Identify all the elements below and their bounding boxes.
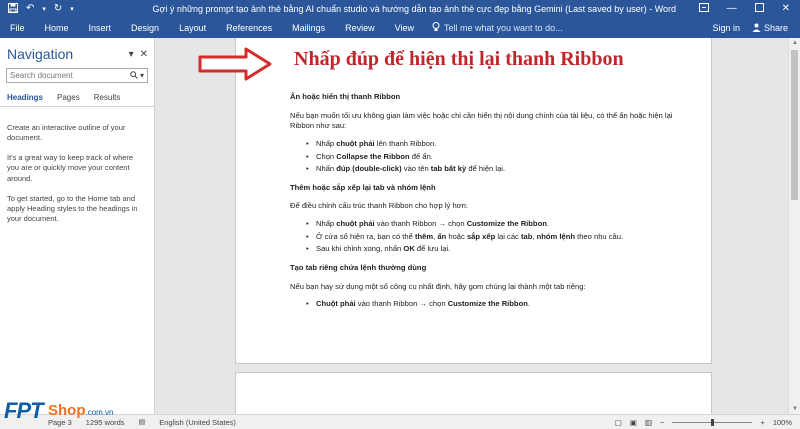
navigation-help-1: Create an interactive outline of your do…: [7, 123, 126, 143]
navigation-title: Navigation: [7, 46, 74, 62]
tab-results[interactable]: Results: [94, 93, 121, 102]
tell-me-box[interactable]: Tell me what you want to do...: [432, 22, 563, 34]
proofing-icon[interactable]: ▤: [139, 418, 146, 427]
tab-headings[interactable]: Headings: [7, 93, 43, 102]
headline-annotation: Nhấp đúp để hiện thị lại thanh Ribbon: [294, 48, 624, 70]
list-item: Chuột phải vào thanh Ribbon → chọn Custo…: [306, 299, 680, 310]
section-intro-rearrange: Để điều chỉnh cấu trúc thanh Ribbon cho …: [290, 201, 468, 211]
sign-in-link[interactable]: Sign in: [712, 23, 740, 33]
tab-file[interactable]: File: [0, 23, 35, 33]
zoom-slider[interactable]: [672, 418, 753, 426]
list-item: Nhấn đúp (double-click) vào tên tab bất …: [306, 164, 680, 175]
tab-design[interactable]: Design: [121, 23, 169, 33]
share-button[interactable]: Share: [752, 23, 788, 34]
bullet-list-hide-show: Nhấp chuột phải lên thanh Ribbon. Chọn C…: [290, 139, 680, 175]
document-title: Gợi ý những prompt tạo ảnh thẻ bằng AI c…: [152, 4, 677, 14]
section-intro-hide-show: Nếu bạn muốn tối ưu không gian làm việc …: [290, 110, 673, 131]
minimize-icon[interactable]: —: [727, 3, 737, 15]
pane-options-icon[interactable]: ▾: [129, 49, 134, 60]
tell-me-text: Tell me what you want to do...: [444, 23, 563, 33]
search-controls: ▾: [130, 71, 147, 81]
close-pane-icon[interactable]: ✕: [140, 49, 148, 60]
section-heading-custom-tab: Tạo tab riêng chứa lệnh thường dùng: [290, 262, 427, 272]
fpt-shop-logo: FPT Shop.com.vn: [4, 394, 134, 428]
navigation-pane: Navigation ▾ ✕ ▾ Headings Pages Results …: [0, 38, 155, 414]
window-controls: — ✕: [698, 3, 800, 15]
navigation-controls: ▾ ✕: [129, 49, 148, 60]
search-document-box[interactable]: ▾: [6, 68, 148, 83]
section-heading-hide-show: Ẩn hoặc hiển thị thanh Ribbon: [290, 92, 401, 101]
document-content: Ẩn hoặc hiển thị thanh Ribbon Nếu bạn mu…: [290, 92, 680, 318]
undo-dropdown-icon[interactable]: ▾: [42, 6, 46, 13]
list-item: Chọn Collapse the Ribbon để ẩn.: [306, 152, 680, 163]
zoom-out-icon[interactable]: −: [660, 418, 664, 427]
status-right: ▢ ▣ ▥ − + 100%: [615, 418, 800, 427]
list-item: Nhấp chuột phải lên thanh Ribbon.: [306, 139, 680, 150]
navigation-divider: [0, 106, 154, 107]
list-item: Nhấp chuột phải vào thanh Ribbon → chọn …: [306, 219, 680, 230]
document-area[interactable]: Nhấp đúp để hiện thị lại thanh Ribbon Ẩn…: [156, 38, 800, 429]
tab-home[interactable]: Home: [35, 23, 79, 33]
document-page[interactable]: Nhấp đúp để hiện thị lại thanh Ribbon Ẩn…: [235, 38, 712, 364]
web-layout-icon[interactable]: ▥: [645, 418, 652, 427]
section-heading-rearrange: Thêm hoặc sắp xếp lại tab và nhóm lệnh: [290, 182, 436, 192]
tab-layout[interactable]: Layout: [169, 23, 216, 33]
tab-view[interactable]: View: [385, 23, 424, 33]
search-options-icon[interactable]: ▾: [140, 71, 144, 81]
logo-shop: Shop.com.vn: [48, 402, 114, 419]
zoom-slider-knob[interactable]: [710, 418, 714, 426]
navigation-tabs: Headings Pages Results: [0, 83, 154, 102]
person-icon: [752, 23, 761, 34]
vertical-scrollbar[interactable]: ▲ ▼: [788, 38, 800, 414]
tab-mailings[interactable]: Mailings: [282, 23, 335, 33]
quick-access-toolbar: ↶ ▾ ↻ ▾: [0, 2, 130, 16]
close-icon[interactable]: ✕: [782, 3, 790, 15]
title-bar: ↶ ▾ ↻ ▾ Gợi ý những prompt tạo ảnh thẻ b…: [0, 0, 800, 18]
navigation-help-3: To get started, go to the Home tab and a…: [7, 193, 138, 223]
tab-references[interactable]: References: [216, 23, 282, 33]
maximize-icon[interactable]: [754, 3, 764, 15]
bullet-list-custom-tab: Chuột phải vào thanh Ribbon → chọn Custo…: [290, 299, 680, 310]
scroll-up-icon[interactable]: ▲: [792, 40, 798, 46]
tab-review[interactable]: Review: [335, 23, 385, 33]
list-item: Ở cửa sổ hiện ra, bạn có thể thêm, ẩn ho…: [306, 232, 680, 243]
logo-brand: FPT: [4, 398, 44, 423]
undo-icon[interactable]: ↶: [26, 4, 34, 14]
account-area: Sign in Share: [712, 23, 800, 34]
search-icon[interactable]: [130, 70, 138, 81]
customize-qat-icon[interactable]: ▾: [70, 6, 74, 13]
list-item: Sau khi chỉnh xong, nhấn OK để lưu lại.: [306, 244, 680, 255]
navigation-help-2: It's a great way to keep track of where …: [7, 153, 134, 183]
ribbon-tabs: File Home Insert Design Layout Reference…: [0, 18, 800, 38]
ribbon-display-icon[interactable]: [698, 3, 709, 15]
bullet-list-rearrange: Nhấp chuột phải vào thanh Ribbon → chọn …: [290, 219, 680, 255]
print-layout-icon[interactable]: ▣: [630, 418, 637, 427]
lightbulb-icon: [432, 22, 440, 34]
share-label: Share: [763, 23, 788, 33]
tab-insert[interactable]: Insert: [79, 23, 122, 33]
search-document-input[interactable]: [10, 71, 130, 80]
language-status[interactable]: English (United States): [159, 418, 236, 427]
navigation-header: Navigation ▾ ✕: [0, 38, 154, 62]
red-arrow-icon: [198, 47, 272, 81]
scroll-down-icon[interactable]: ▼: [792, 406, 798, 412]
navigation-help: Create an interactive outline of your do…: [0, 123, 154, 224]
read-mode-icon[interactable]: ▢: [615, 418, 622, 427]
scroll-thumb[interactable]: [791, 50, 798, 200]
zoom-level[interactable]: 100%: [773, 418, 792, 427]
zoom-in-icon[interactable]: +: [760, 418, 764, 427]
redo-icon[interactable]: ↻: [54, 4, 62, 14]
save-icon[interactable]: [8, 2, 18, 16]
tab-pages[interactable]: Pages: [57, 93, 80, 102]
section-intro-custom-tab: Nếu bạn hay sử dụng một số công cụ nhất …: [290, 281, 586, 291]
